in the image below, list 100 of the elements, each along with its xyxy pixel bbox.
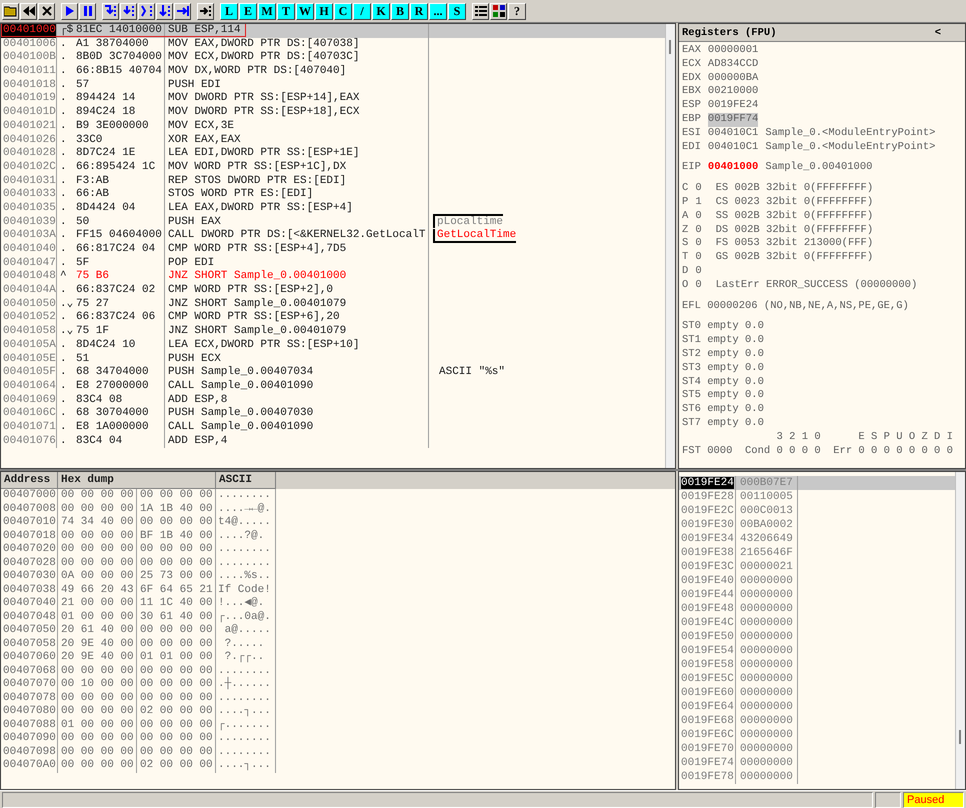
stack-row[interactable]: 0019FE70 00000000 <box>679 742 955 756</box>
restart-button[interactable] <box>20 2 37 20</box>
step-over-button[interactable] <box>120 2 137 20</box>
register-value[interactable]: 0019FF74 <box>708 112 758 127</box>
register-value[interactable]: AD834CCD <box>708 58 758 72</box>
stack-row[interactable]: 0019FE60 00000000 <box>679 686 955 700</box>
trace-into-button[interactable] <box>138 2 155 20</box>
list-button[interactable] <box>472 2 489 20</box>
column-header[interactable]: ASCII <box>216 472 276 489</box>
stack-row[interactable]: 0019FE30 00BA0002 <box>679 518 955 532</box>
stack-row[interactable]: 0019FE48 00000000 <box>679 602 955 616</box>
window-button[interactable]: B <box>391 2 409 20</box>
stack-row[interactable]: 0019FE58 00000000 <box>679 658 955 672</box>
code-row[interactable]: 00401064 . E8 27000000 CALL Sample_0.00401090 <box>1 380 665 394</box>
stack-row[interactable]: 0019FE6C 00000000 <box>679 728 955 742</box>
code-row[interactable]: 00401028 . 8D7C24 1E LEA EDI,DWORD PTR SS:[ESP+1E] <box>1 147 665 161</box>
stack-row[interactable]: 0019FE3C 00000021 <box>679 560 955 574</box>
trace-over-button[interactable] <box>156 2 173 20</box>
column-header[interactable]: Hex dump <box>58 472 216 489</box>
window-button[interactable]: T <box>277 2 295 20</box>
pause-button[interactable] <box>79 2 96 20</box>
code-row[interactable]: 00401058 .⌄ 75 1F JNZ SHORT Sample_0.00401079 <box>1 325 665 339</box>
step-into-button[interactable] <box>102 2 119 20</box>
window-button[interactable]: W <box>296 2 314 20</box>
code-row[interactable]: 00401031 . F3:AB REP STOS DWORD PTR ES:[EDI] <box>1 174 665 188</box>
code-row[interactable]: 00401071 . E8 1A000000 CALL Sample_0.00401090 <box>1 420 665 435</box>
code-row[interactable]: 00401069 . 83C4 08 ADD ESP,8 <box>1 394 665 408</box>
return-button[interactable] <box>174 2 191 20</box>
window-button[interactable]: C <box>334 2 352 20</box>
flag-value[interactable]: 0 <box>695 251 702 265</box>
code-row[interactable]: 0040104A . 66:837C24 02 CMP WORD PTR SS:[ESP+2],0 <box>1 284 665 298</box>
register-value[interactable]: 00210000 <box>708 85 758 100</box>
window-button[interactable]: / <box>353 2 371 20</box>
grid-button[interactable] <box>490 2 507 20</box>
goto-button[interactable] <box>197 2 214 20</box>
code-row[interactable]: 00401019 . 894424 14 MOV DWORD PTR SS:[ESP+14],EAX <box>1 92 665 106</box>
code-row[interactable]: 0040101D . 894C24 18 MOV DWORD PTR SS:[ESP+18],ECX <box>1 106 665 120</box>
stack-row[interactable]: 0019FE50 00000000 <box>679 630 955 644</box>
code-row[interactable]: 00401006 . A1 38704000 MOV EAX,DWORD PTR DS:[407038] <box>1 38 665 52</box>
code-row[interactable]: 0040105E . 51 PUSH ECX <box>1 352 665 366</box>
close-button[interactable] <box>38 2 55 20</box>
flag-value[interactable]: 0 <box>695 264 702 279</box>
scroll-arrow[interactable]: < <box>934 26 941 38</box>
stack-row[interactable]: 0019FE4C 00000000 <box>679 616 955 630</box>
register-value[interactable]: 00401000 <box>708 161 758 176</box>
register-value[interactable]: 00000001 <box>708 44 758 58</box>
code-row[interactable]: 0040105F . 68 34704000 PUSH Sample_0.00407034 ASCII "%s" <box>1 366 665 380</box>
flag-value[interactable]: 1 <box>695 196 702 210</box>
register-value[interactable]: 004010C1 <box>708 140 758 154</box>
code-row[interactable]: 00401076 . 83C4 04 ADD ESP,4 <box>1 434 665 448</box>
stack-row[interactable]: 0019FE38 2165646F <box>679 546 955 560</box>
window-button[interactable]: S <box>448 2 466 20</box>
code-row[interactable]: 00401033 . 66:AB STOS WORD PTR ES:[EDI] <box>1 188 665 202</box>
stack-row[interactable]: 0019FE40 00000000 <box>679 574 955 588</box>
scrollbar[interactable] <box>955 472 965 789</box>
stack-row[interactable]: 0019FE68 00000000 <box>679 714 955 728</box>
window-button[interactable]: M <box>258 2 276 20</box>
code-row[interactable]: 0040102C . 66:895424 1C MOV WORD PTR SS:[ESP+1C],DX <box>1 160 665 175</box>
window-button[interactable]: K <box>372 2 390 20</box>
code-row[interactable]: 00401052 . 66:837C24 06 CMP WORD PTR SS:[ESP+6],20 <box>1 311 665 326</box>
flag-value[interactable]: 0 <box>695 278 702 293</box>
stack-row[interactable]: 0019FE34 43206649 <box>679 532 955 546</box>
code-row[interactable]: 00401021 . B9 3E000000 MOV ECX,3E <box>1 120 665 134</box>
run-button[interactable] <box>61 2 78 20</box>
code-row[interactable]: 00401040 . 66:817C24 04 CMP WORD PTR SS:[ESP+4],7D5 <box>1 243 665 257</box>
code-row[interactable]: 00401000 ┌$ 81EC 14010000 SUB ESP,114 <box>1 24 665 38</box>
stack-row[interactable]: 0019FE2C 000C0013 <box>679 504 955 518</box>
stack-row[interactable]: 0019FE44 00000000 <box>679 588 955 602</box>
code-row[interactable]: 00401018 . 57 PUSH EDI <box>1 78 665 92</box>
code-row[interactable]: 00401039 . 50 PUSH EAX pLocaltime <box>1 216 665 230</box>
window-button[interactable]: E <box>239 2 257 20</box>
code-row[interactable]: 00401026 . 33C0 XOR EAX,EAX <box>1 134 665 148</box>
open-button[interactable] <box>2 2 19 20</box>
column-header[interactable]: Address <box>1 472 58 489</box>
register-value[interactable]: 004010C1 <box>708 126 758 141</box>
window-button[interactable]: R <box>410 2 428 20</box>
code-row[interactable]: 00401047 . 5F POP EDI <box>1 256 665 270</box>
scrollbar[interactable] <box>665 24 675 468</box>
code-row[interactable]: 00401050 .⌄ 75 27 JNZ SHORT Sample_0.00401079 <box>1 298 665 312</box>
code-row[interactable]: 00401048 ^ 75 B6 JNZ SHORT Sample_0.00401000 <box>1 270 665 284</box>
flag-value[interactable]: 0 <box>695 182 702 196</box>
flag-value[interactable]: 0 <box>695 237 702 252</box>
help-button[interactable]: ? <box>508 2 526 20</box>
window-button[interactable]: L <box>220 2 238 20</box>
code-row[interactable]: 0040103A . FF15 04604000 CALL DWORD PTR DS:[<&KERNEL32.GetLocalT GetLocalTime <box>1 229 665 243</box>
stack-row[interactable]: 0019FE5C 00000000 <box>679 672 955 686</box>
code-row[interactable]: 00401011 . 66:8B15 40704 MOV DX,WORD PTR DS:[407040] <box>1 65 665 79</box>
register-value[interactable]: 0019FE24 <box>708 99 758 113</box>
stack-row[interactable]: 0019FE78 00000000 <box>679 770 955 784</box>
stack-row[interactable]: 0019FE64 00000000 <box>679 700 955 714</box>
register-value[interactable]: 000000BA <box>708 72 758 86</box>
flag-value[interactable]: 0 <box>695 224 702 238</box>
stack-row[interactable]: 0019FE28 00110005 <box>679 490 955 504</box>
stack-row[interactable]: 0019FE54 00000000 <box>679 644 955 658</box>
window-button[interactable]: ... <box>429 2 447 20</box>
code-row[interactable]: 0040100B . 8B0D 3C704000 MOV ECX,DWORD PTR DS:[40703C] <box>1 51 665 66</box>
stack-row[interactable]: 0019FE24 000B07E7 <box>679 476 955 490</box>
flag-value[interactable]: 0 <box>695 210 702 224</box>
code-row[interactable]: 0040106C . 68 30704000 PUSH Sample_0.00407030 <box>1 407 665 421</box>
stack-row[interactable]: 0019FE74 00000000 <box>679 756 955 770</box>
